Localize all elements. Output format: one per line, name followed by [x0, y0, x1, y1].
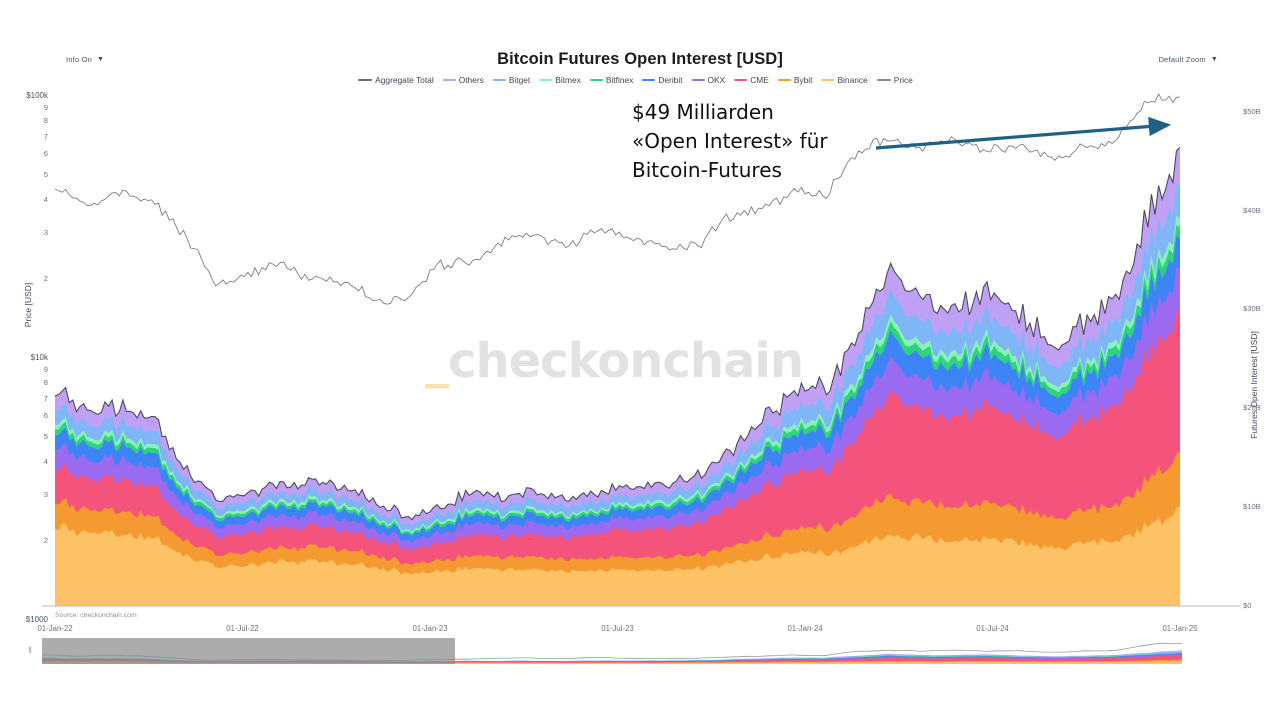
y-right-tick: $50B — [1243, 106, 1261, 116]
y-left-tick: 8 — [43, 116, 48, 126]
range-selector-scrollbar[interactable] — [42, 638, 1182, 664]
y-left-tick: 9 — [43, 364, 48, 374]
y-left-tick: 9 — [43, 102, 48, 112]
y-right-tick: $0 — [1243, 601, 1252, 610]
y-left-tick: 2 — [43, 274, 48, 284]
source-note: Source: checkonchain.com — [55, 612, 137, 619]
y-left-tick: 6 — [43, 411, 48, 421]
y-left-tick: 3 — [43, 227, 48, 237]
y-right-tick: $10B — [1243, 502, 1261, 512]
y-right-tick: $30B — [1243, 304, 1261, 314]
x-axis-tick: 01-Jul-23 — [601, 624, 634, 633]
x-axis-tick: 01-Jul-24 — [976, 624, 1009, 633]
y-left-tick: 4 — [43, 195, 48, 205]
y-left-tick: 7 — [43, 393, 48, 403]
y-left-tick: $1000 — [25, 615, 48, 624]
y-left-tick: 4 — [43, 457, 48, 467]
y-right-tick: $40B — [1243, 205, 1261, 215]
watermark-underscore: _ — [425, 333, 449, 389]
checkonchain-watermark: _checkonchain — [425, 333, 804, 389]
x-axis-tick: 01-Jan-25 — [1162, 624, 1198, 633]
y-left-tick: 5 — [43, 431, 48, 441]
range-unselected-mask[interactable] — [42, 638, 455, 664]
y-left-tick: 3 — [43, 489, 48, 499]
x-axis-tick: 01-Jan-24 — [787, 624, 823, 633]
y-right-tick: $20B — [1243, 403, 1261, 413]
callout-line-1: $49 Milliarden — [632, 100, 774, 124]
y-left-tick: 2 — [43, 536, 48, 546]
y-left-tick: 6 — [43, 149, 48, 159]
watermark-text: checkonchain — [448, 333, 804, 389]
y-left-tick: 7 — [43, 131, 48, 141]
range-selector-preview[interactable] — [42, 638, 1182, 664]
x-axis-tick: 01-Jan-23 — [412, 624, 448, 633]
callout-line-2: «Open Interest» für — [632, 128, 828, 153]
y-left-tick: 8 — [43, 378, 48, 388]
range-selector-handle[interactable]: ‖ — [28, 645, 32, 655]
y-left-tick: $10k — [30, 353, 48, 362]
y-left-tick: 5 — [43, 169, 48, 179]
y-left-tick: $100k — [26, 91, 48, 100]
x-axis-tick: 01-Jul-22 — [226, 624, 259, 633]
callout-line-3: Bitcoin-Futures — [632, 157, 782, 182]
x-axis-tick: 01-Jan-22 — [37, 624, 73, 633]
price-line — [54, 93, 1181, 305]
callout-annotation: $49 Milliarden «Open Interest» für Bitco… — [632, 98, 828, 184]
